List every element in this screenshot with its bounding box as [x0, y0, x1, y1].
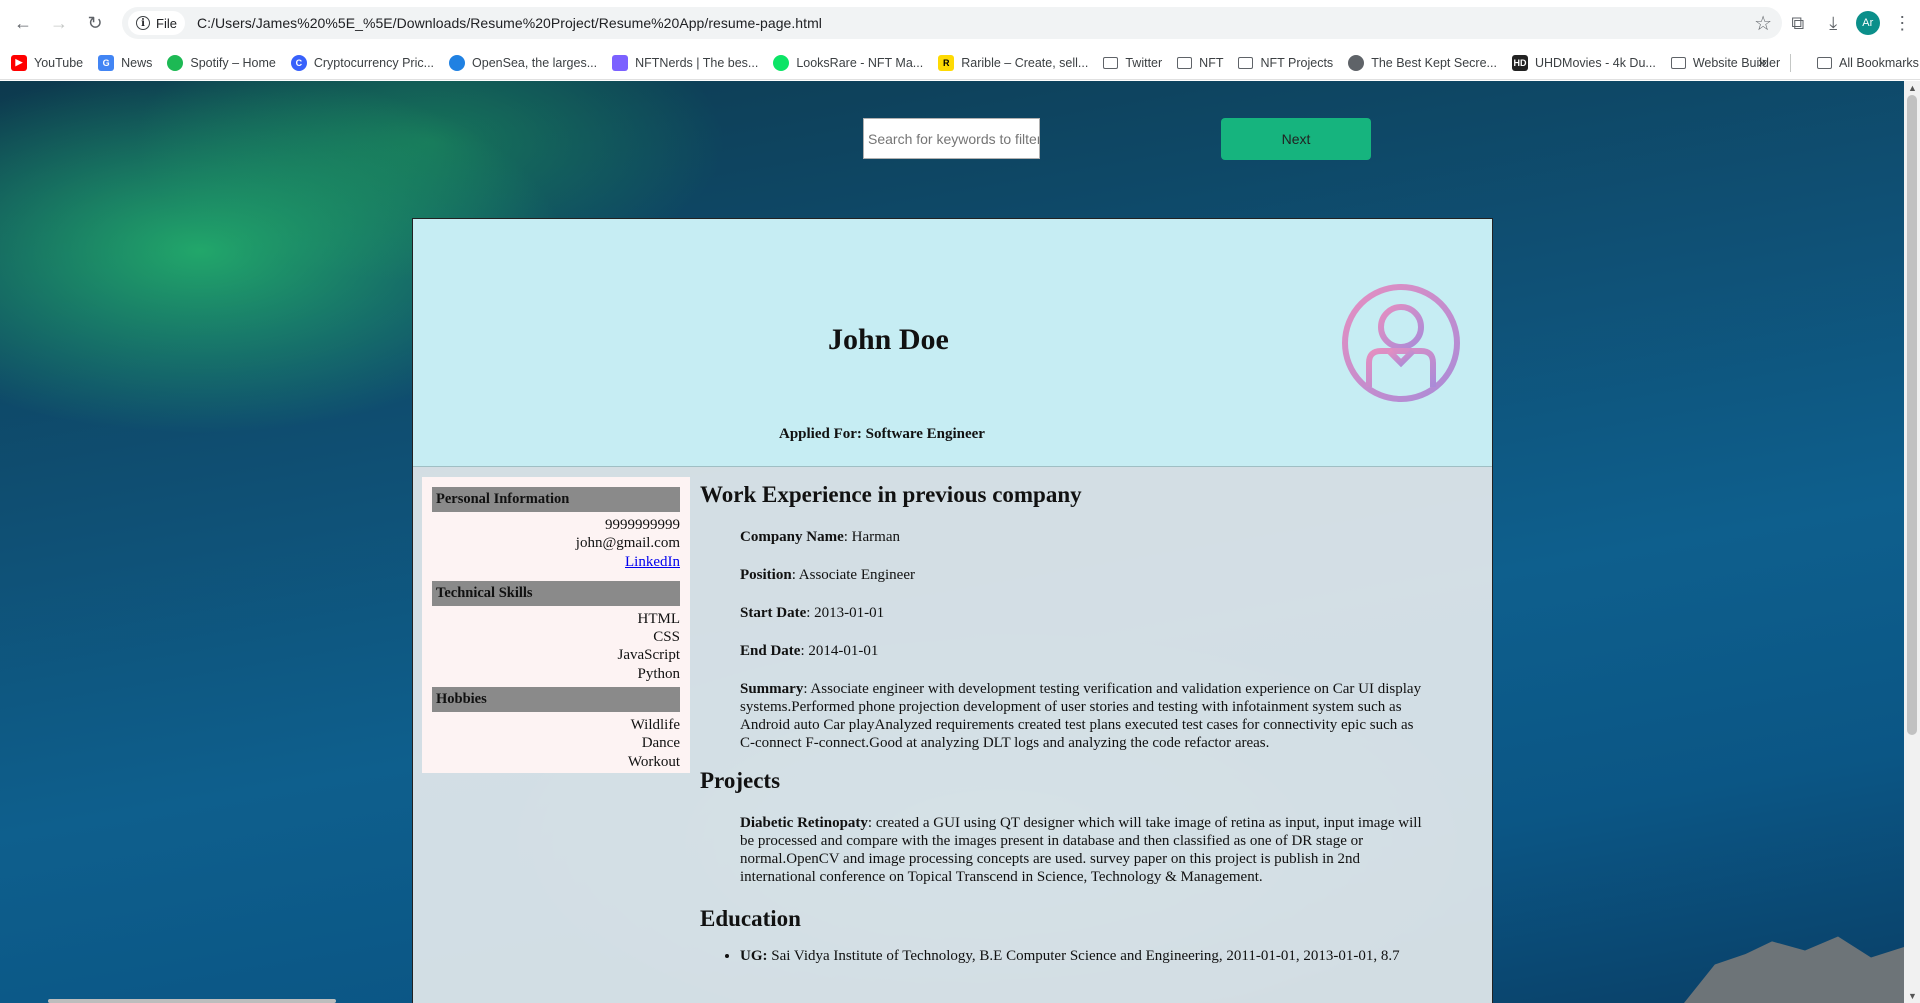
globe-icon: [1348, 54, 1365, 71]
folder-icon: [1177, 56, 1193, 69]
linkedin-link[interactable]: LinkedIn: [625, 554, 680, 570]
coinmarketcap-icon: C: [290, 54, 307, 71]
next-button[interactable]: Next: [1221, 118, 1371, 160]
all-bookmarks-button[interactable]: All Bookmarks: [1817, 46, 1919, 80]
scroll-down-arrow-icon[interactable]: ▼: [1908, 991, 1917, 1001]
folder-icon: [1670, 56, 1686, 69]
hobby-item: Workout: [627, 753, 680, 770]
bookmarks-bar: ▶ YouTube G News Spotify – Home C Cryptocur…: [0, 46, 1920, 80]
phone-number: 9999999999: [605, 517, 680, 533]
download-icon[interactable]: ⤓: [1820, 13, 1846, 34]
opensea-icon: [449, 54, 466, 71]
bookmark-twitter-folder[interactable]: Twitter: [1103, 56, 1162, 70]
rarible-icon: R: [938, 54, 955, 71]
bookmark-best-kept-secret[interactable]: The Best Kept Secre...: [1348, 54, 1497, 71]
site-info-button[interactable]: i File: [128, 11, 185, 35]
youtube-icon: ▶: [11, 54, 27, 71]
looksrare-icon: [773, 54, 790, 71]
vertical-scrollbar[interactable]: ▲ ▼: [1904, 81, 1920, 1003]
email-address: john@gmail.com: [575, 535, 680, 552]
skill-item: CSS: [653, 629, 680, 646]
skill-item: JavaScript: [617, 647, 680, 664]
applied-for: Applied For: Software Engineer: [779, 426, 985, 443]
skill-item: Python: [637, 665, 680, 682]
bookmark-looksrare[interactable]: LooksRare - NFT Ma...: [773, 54, 923, 71]
bookmark-nftnerds[interactable]: NFTNerds | The bes...: [612, 54, 758, 71]
skill-item: HTML: [637, 610, 681, 627]
hobbies-heading: Hobbies: [432, 687, 680, 713]
page-viewport: Next John Doe Applied For: Software Engi…: [0, 81, 1904, 1003]
resume-main: Work Experience in previous company Comp…: [700, 477, 1480, 965]
scroll-up-arrow-icon[interactable]: ▲: [1908, 83, 1917, 93]
applied-for-label: Applied For:: [779, 426, 862, 442]
bookmark-news[interactable]: G News: [98, 54, 152, 71]
bookmark-youtube[interactable]: ▶ YouTube: [11, 54, 83, 71]
spotify-icon: [167, 54, 184, 71]
extensions-icon[interactable]: ⧉: [1785, 13, 1811, 34]
project-item: Diabetic Retinopaty: created a GUI using…: [740, 815, 1422, 885]
education-list: UG: Sai Vidya Institute of Technology, B…: [740, 947, 1430, 965]
url-text[interactable]: C:/Users/James%20%5E_%5E/Downloads/Resum…: [197, 15, 822, 31]
forward-icon[interactable]: →: [46, 10, 72, 36]
hobby-item: Dance: [641, 735, 680, 752]
bookmark-opensea[interactable]: OpenSea, the larges...: [449, 54, 597, 71]
company-field: Company Name: Harman: [740, 529, 900, 545]
education-item: UG: Sai Vidya Institute of Technology, B…: [740, 947, 1430, 965]
projects-heading: Projects: [700, 768, 781, 793]
bookmark-uhdmovies[interactable]: HD UHDMovies - 4k Du...: [1511, 54, 1656, 71]
scrollbar-thumb[interactable]: [1907, 95, 1917, 735]
browser-toolbar: ← → ↻ i File C:/Users/James%20%5E_%5E/Do…: [0, 0, 1920, 46]
end-date-field: End Date: 2014-01-01: [740, 643, 879, 659]
bookmark-rarible[interactable]: R Rarible – Create, sell...: [938, 54, 1088, 71]
bookmark-spotify[interactable]: Spotify – Home: [167, 54, 276, 71]
bookmark-crypto[interactable]: C Cryptocurrency Pric...: [290, 54, 434, 71]
profile-avatar[interactable]: Ar: [1855, 11, 1880, 35]
horizontal-scrollbar-thumb[interactable]: [48, 999, 336, 1003]
position-field: Position: Associate Engineer: [740, 567, 915, 583]
start-date-field: Start Date: 2013-01-01: [740, 605, 885, 621]
applied-for-value: Software Engineer: [865, 426, 985, 442]
news-icon: G: [98, 54, 115, 71]
back-icon[interactable]: ←: [10, 10, 36, 36]
uhdmovies-icon: HD: [1511, 54, 1528, 71]
resume-sidebar: Personal Information 9999999999 john@gma…: [422, 477, 690, 773]
bookmarks-divider: [1790, 54, 1791, 72]
folder-icon: [1817, 57, 1832, 69]
bookmark-nft-projects-folder[interactable]: NFT Projects: [1238, 56, 1333, 70]
more-bookmarks-icon[interactable]: »: [1758, 54, 1767, 72]
profile-user-icon: [1342, 284, 1460, 402]
technical-skills-heading: Technical Skills: [432, 580, 680, 606]
nftnerds-icon: [612, 54, 629, 71]
personal-info-heading: Personal Information: [432, 487, 680, 512]
menu-icon[interactable]: ⋮: [1889, 13, 1915, 34]
folder-icon: [1238, 56, 1254, 69]
folder-icon: [1103, 56, 1119, 69]
info-icon: i: [136, 16, 150, 30]
search-input[interactable]: [863, 118, 1040, 159]
address-bar[interactable]: i File C:/Users/James%20%5E_%5E/Download…: [122, 7, 1782, 39]
work-experience-heading: Work Experience in previous company: [700, 482, 1082, 507]
summary-field: Summary: Associate engineer with develop…: [740, 681, 1422, 751]
bookmark-star-icon[interactable]: ☆: [1754, 11, 1772, 36]
resume-header: John Doe Applied For: Software Engineer: [413, 219, 1492, 467]
education-heading: Education: [700, 906, 801, 931]
applicant-name: John Doe: [828, 323, 949, 356]
resume-card: John Doe Applied For: Software Engineer: [412, 218, 1493, 1003]
bookmark-nft-folder[interactable]: NFT: [1177, 56, 1223, 70]
reload-icon[interactable]: ↻: [82, 10, 108, 36]
hobby-item: Wildlife: [630, 717, 680, 734]
background-rock: [1684, 936, 1904, 1003]
site-info-label: File: [156, 15, 177, 31]
